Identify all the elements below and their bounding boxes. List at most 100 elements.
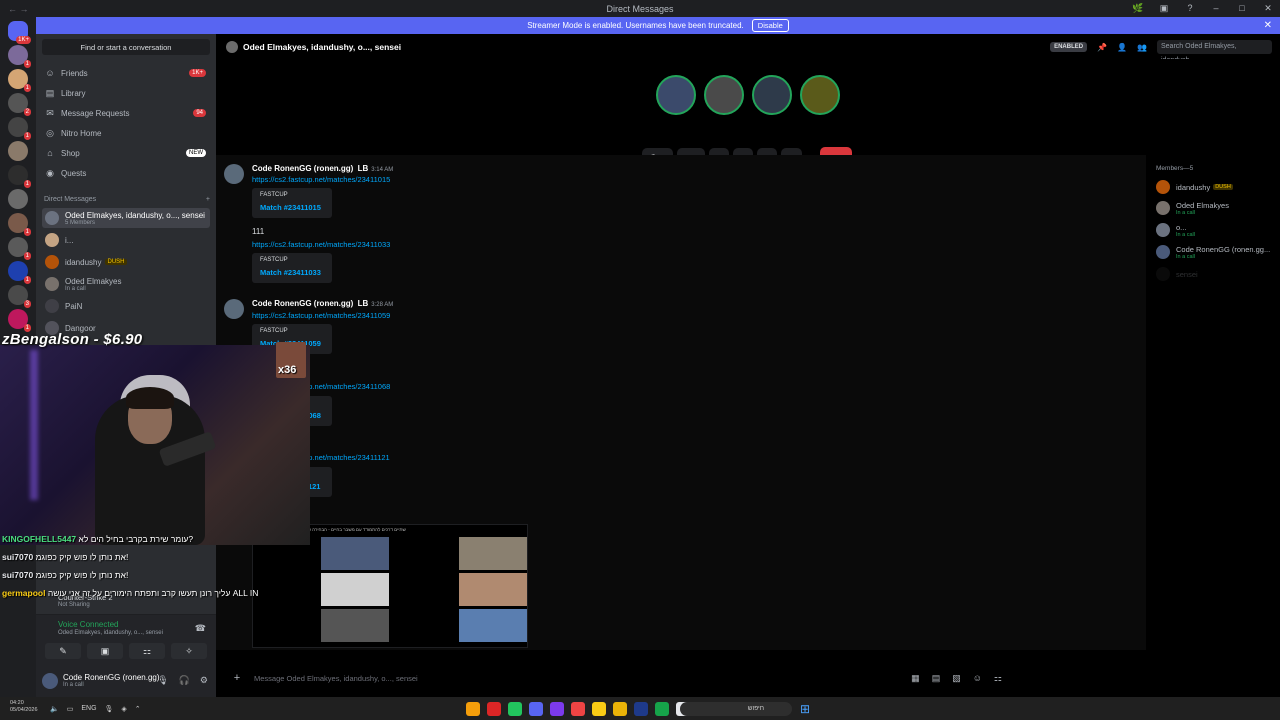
- server-icon[interactable]: 1: [8, 261, 31, 284]
- dm-item-group[interactable]: Oded Elmakyes, idandushy, o..., sensei 5 …: [42, 208, 210, 228]
- taskbar-search[interactable]: חיפוש: [680, 701, 792, 716]
- folder-icon[interactable]: [613, 701, 627, 716]
- avatar[interactable]: [42, 672, 58, 689]
- search-input[interactable]: Search Oded Elmakyes, idandush...: [1157, 40, 1272, 64]
- sidebar-item-friends[interactable]: ☺ Friends 1K+: [44, 64, 210, 82]
- streamer-enabled-badge[interactable]: ENABLED: [1050, 42, 1088, 52]
- embed-title[interactable]: Match #23411033: [260, 268, 321, 277]
- home-button[interactable]: 1K+: [8, 21, 31, 44]
- language[interactable]: ENG: [81, 705, 96, 713]
- help-icon[interactable]: ?: [1184, 3, 1196, 14]
- author-name[interactable]: Code RonenGG (ronen.gg): [252, 299, 353, 308]
- member-item[interactable]: Oded Elmakyes In a call: [1156, 198, 1280, 218]
- avatar[interactable]: [224, 164, 244, 184]
- discord-icon[interactable]: [529, 701, 543, 716]
- monitor-icon[interactable]: ▭: [67, 705, 74, 713]
- call-participant[interactable]: [656, 75, 696, 115]
- voice-panel: Voice Connected Oded Elmakyes, idandushy…: [36, 614, 216, 664]
- voice-channel[interactable]: Oded Elmakyes, idandushy, o..., sensei: [58, 630, 163, 636]
- sidebar-item-nitro[interactable]: ◎ Nitro Home: [44, 124, 210, 142]
- settings-icon[interactable]: ⚙: [200, 675, 208, 686]
- server-icon[interactable]: 1: [8, 69, 31, 92]
- message-link[interactable]: https://cs2.fastcup.net/matches/23411059: [252, 311, 390, 320]
- app-icon[interactable]: [466, 701, 480, 716]
- author-name[interactable]: Code RonenGG (ronen.gg): [252, 164, 353, 173]
- server-icon[interactable]: 3: [8, 285, 31, 308]
- app-icon[interactable]: [655, 701, 669, 716]
- emoji-icon[interactable]: ☺: [973, 673, 982, 684]
- sidebar-item-message-requests[interactable]: ✉ Message Requests 94: [44, 104, 210, 122]
- add-member-icon[interactable]: 👤: [1117, 43, 1127, 52]
- minimize-button[interactable]: –: [1210, 3, 1222, 14]
- steam-icon[interactable]: [634, 701, 648, 716]
- activities-button[interactable]: ⚏: [129, 643, 165, 659]
- screen-share-button[interactable]: ▣: [87, 643, 123, 659]
- call-participant[interactable]: [800, 75, 840, 115]
- message-composer[interactable]: + Message Oded Elmakyes, idandushy, o...…: [220, 668, 1142, 688]
- pin-icon[interactable]: 📌: [1097, 43, 1107, 52]
- inbox-icon[interactable]: ▣: [1158, 3, 1170, 14]
- embed-title[interactable]: Match #23411015: [260, 203, 321, 212]
- nitro-icon[interactable]: 🌿: [1132, 3, 1144, 14]
- windows-start-icon[interactable]: ⊞: [800, 702, 810, 716]
- avatar[interactable]: [224, 299, 244, 319]
- dm-item[interactable]: idandushy DUSH: [42, 252, 210, 272]
- server-icon[interactable]: 1: [8, 213, 31, 236]
- dm-item[interactable]: Oded Elmakyes In a call: [42, 274, 210, 294]
- app-icon[interactable]: [571, 701, 585, 716]
- close-button[interactable]: ✕: [1262, 3, 1274, 14]
- server-icon[interactable]: 1: [8, 165, 31, 188]
- chevron-up-icon[interactable]: ⌃: [135, 705, 141, 713]
- dm-item[interactable]: i...: [42, 230, 210, 250]
- volume-icon[interactable]: 🔈: [50, 705, 59, 713]
- message-author[interactable]: Code RonenGG (ronen.gg) LB 3:28 AM: [252, 299, 393, 308]
- call-participant[interactable]: [752, 75, 792, 115]
- app-icon[interactable]: [487, 701, 501, 716]
- apps-icon[interactable]: ⚏: [994, 673, 1002, 684]
- history-nav[interactable]: ← →: [8, 4, 29, 14]
- gift-icon[interactable]: ▦: [911, 673, 920, 684]
- find-conversation-button[interactable]: Find or start a conversation: [42, 39, 210, 55]
- disconnect-icon[interactable]: ☎: [195, 623, 206, 634]
- members-icon[interactable]: 👥: [1137, 43, 1147, 52]
- headset-icon[interactable]: 🎧: [179, 675, 190, 686]
- sidebar-item-shop[interactable]: ⌂ Shop NEW: [44, 144, 210, 162]
- disable-button[interactable]: Disable: [751, 19, 789, 32]
- server-icon[interactable]: 1: [8, 237, 31, 260]
- server-icon[interactable]: 1: [8, 45, 31, 68]
- member-item[interactable]: sensei: [1156, 264, 1280, 284]
- server-icon[interactable]: 2: [8, 93, 31, 116]
- member-item[interactable]: idandushy DUSH: [1156, 177, 1280, 197]
- member-item[interactable]: o... In a call: [1156, 220, 1280, 240]
- gif-icon[interactable]: ▤: [932, 673, 941, 684]
- server-badge: 2: [23, 108, 31, 116]
- member-item[interactable]: Code RonenGG (ronen.gg... In a call: [1156, 242, 1280, 262]
- dm-item[interactable]: PaiN: [42, 296, 210, 316]
- user-name[interactable]: Code RonenGG (ronen.gg)...: [63, 673, 166, 682]
- message-link[interactable]: https://cs2.fastcup.net/matches/23411015: [252, 175, 390, 184]
- camera-button[interactable]: ✎: [45, 643, 81, 659]
- sidebar-item-quests[interactable]: ◉ Quests: [44, 164, 210, 182]
- sidebar-item-library[interactable]: ▤ Library: [44, 84, 210, 102]
- server-icon[interactable]: 1: [8, 117, 31, 140]
- sticker-icon[interactable]: ▧: [952, 673, 961, 684]
- mic-icon[interactable]: 🎙: [105, 705, 114, 713]
- chrome-icon[interactable]: [592, 701, 606, 716]
- server-icon[interactable]: [8, 141, 28, 161]
- add-attachment-icon[interactable]: +: [230, 672, 244, 684]
- server-icon[interactable]: 1: [8, 309, 31, 332]
- app-icon[interactable]: [550, 701, 564, 716]
- message-input[interactable]: Message Oded Elmakyes, idandushy, o..., …: [254, 674, 418, 683]
- maximize-button[interactable]: □: [1236, 3, 1248, 14]
- add-dm-icon[interactable]: +: [206, 196, 210, 203]
- close-banner-icon[interactable]: ✕: [1264, 20, 1272, 31]
- call-participant[interactable]: [704, 75, 744, 115]
- message-link[interactable]: https://cs2.fastcup.net/matches/23411033: [252, 240, 390, 249]
- soundboard-button[interactable]: ✧: [171, 643, 207, 659]
- clock[interactable]: 04:20 05/04/2026: [10, 700, 38, 714]
- network-icon[interactable]: ◈: [121, 705, 126, 713]
- mic-icon[interactable]: 🎙: [157, 675, 168, 686]
- whatsapp-icon[interactable]: [508, 701, 522, 716]
- server-icon[interactable]: [8, 189, 28, 209]
- message-author[interactable]: Code RonenGG (ronen.gg) LB 3:14 AM: [252, 164, 393, 173]
